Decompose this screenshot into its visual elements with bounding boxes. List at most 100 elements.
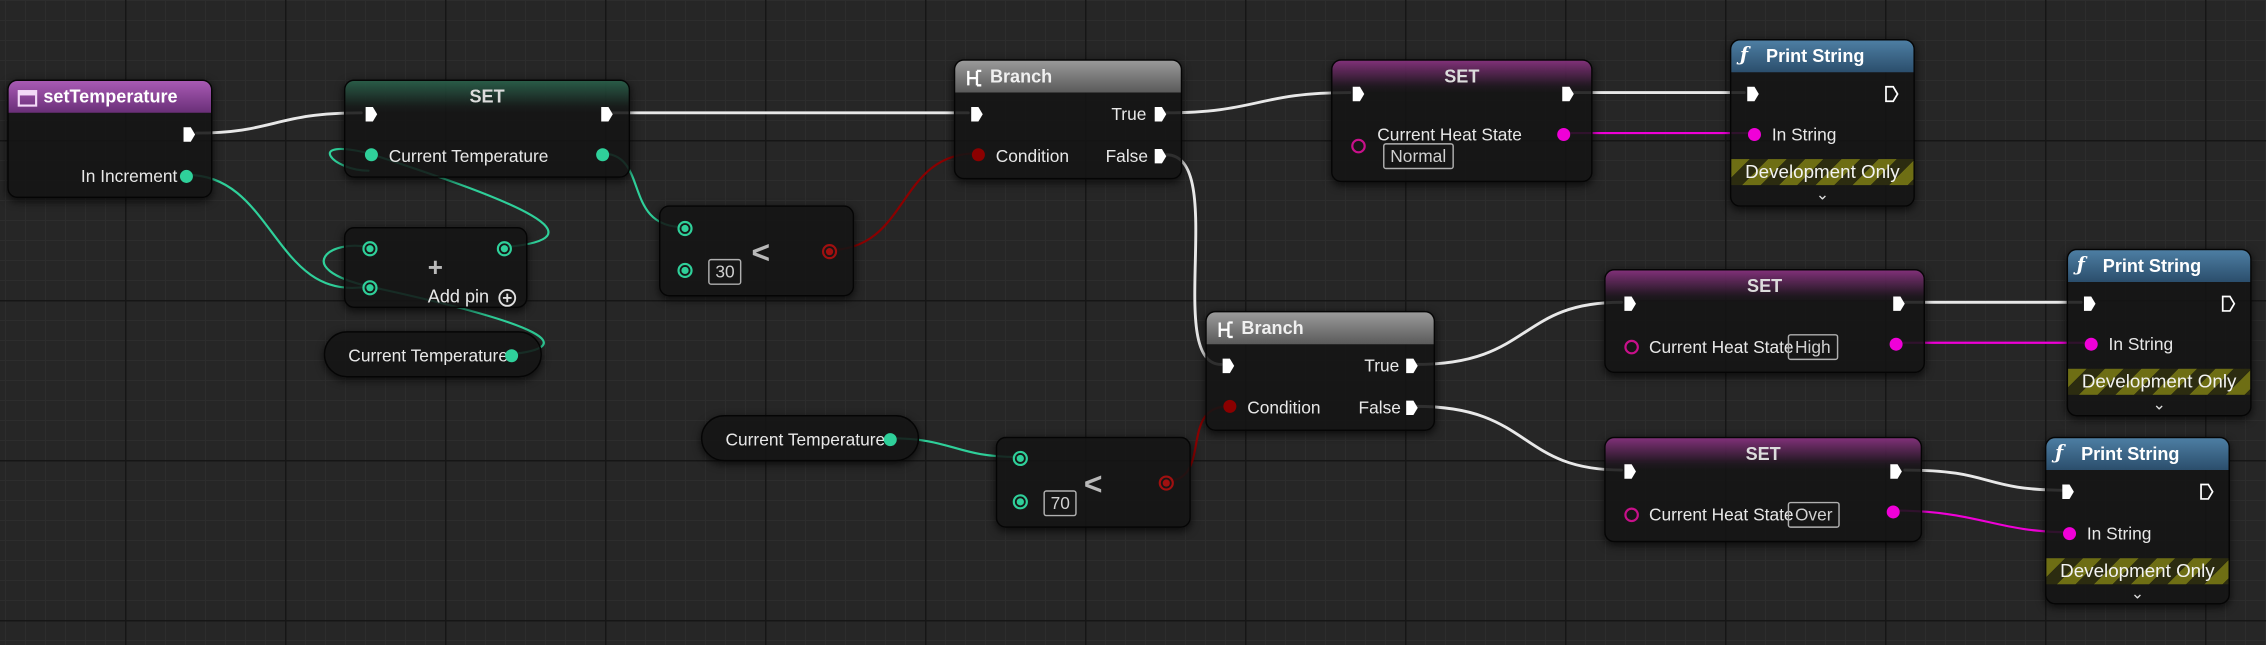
heat-state-value-select[interactable]: Normal [1383, 143, 1454, 170]
exec-out-pin[interactable] [600, 106, 614, 123]
set-heat-state-high-node[interactable]: SET Current Heat State High [1604, 268, 1926, 374]
true-label: True [1364, 355, 1400, 377]
event-node-set-temperature[interactable]: setTemperature In Increment [7, 79, 213, 199]
condition-pin[interactable] [970, 146, 987, 163]
function-icon: ƒ [1740, 44, 1749, 67]
blueprint-graph[interactable]: setTemperature In Increment SET Current … [0, 0, 2266, 645]
float-out-pin[interactable] [594, 146, 611, 163]
set-header: SET [1332, 60, 1592, 93]
event-header: setTemperature [8, 80, 211, 113]
in-increment-pin[interactable] [178, 168, 195, 185]
enum-in-pin[interactable] [1350, 137, 1367, 154]
string-out-pin[interactable] [1887, 336, 1904, 353]
function-header: ƒ Print String [2046, 438, 2229, 471]
less-than-operator: < [751, 234, 771, 271]
exec-in-pin[interactable] [2083, 295, 2097, 312]
event-title: setTemperature [43, 86, 178, 108]
string-in-pin[interactable] [2083, 336, 2100, 353]
float-in-pin-b[interactable] [1012, 493, 1029, 510]
set-var-label: Current Heat State [1648, 336, 1794, 358]
function-title: Print String [2081, 443, 2180, 465]
exec-out-pin[interactable] [182, 126, 196, 143]
print-string-node-1[interactable]: ƒ Print String In String Development Onl… [1729, 39, 1915, 207]
exec-out-pin[interactable] [1892, 295, 1906, 312]
exec-in-pin[interactable] [1623, 463, 1637, 480]
float-out-pin[interactable] [882, 431, 899, 448]
branch-node-2[interactable]: Branch True Condition False [1205, 310, 1436, 431]
bool-out-pin[interactable] [1158, 474, 1175, 491]
exec-in-pin[interactable] [1746, 85, 1760, 102]
exec-in-pin[interactable] [364, 106, 378, 123]
heat-state-value-select[interactable]: High [1787, 334, 1838, 361]
exec-out-pin[interactable] [1885, 85, 1899, 103]
exec-in-pin[interactable] [1221, 357, 1235, 374]
chevron-down-icon[interactable]: ⌄ [1731, 187, 1913, 203]
exec-out-pin[interactable] [2221, 295, 2236, 312]
development-only-banner: Development Only [2046, 558, 2229, 585]
in-string-label: In String [1771, 124, 1837, 145]
exec-in-pin[interactable] [970, 106, 984, 123]
set-heat-state-over-node[interactable]: SET Current Heat State Over [1604, 436, 1923, 543]
set-var-label: Current Temperature [388, 146, 549, 167]
get-current-temperature-node-2[interactable]: Current Temperature [700, 415, 920, 462]
float-in-pin-b[interactable] [361, 279, 378, 296]
exec-in-pin[interactable] [1351, 85, 1365, 102]
function-icon: ƒ [2055, 442, 2064, 465]
exec-true-pin[interactable] [1153, 106, 1167, 123]
compare-value-input[interactable]: 30 [708, 258, 742, 285]
float-out-pin[interactable] [503, 347, 520, 364]
in-string-label: In String [2086, 523, 2152, 544]
plus-icon[interactable] [497, 288, 517, 308]
exec-false-pin[interactable] [1153, 148, 1167, 165]
print-string-node-2[interactable]: ƒ Print String In String Development Onl… [2066, 248, 2252, 417]
exec-out-pin[interactable] [1561, 85, 1575, 102]
float-in-pin-a[interactable] [1012, 450, 1029, 467]
get-var-label: Current Temperature [725, 429, 886, 450]
less-than-node-1[interactable]: 30 < [659, 205, 855, 297]
true-label: True [1111, 104, 1147, 125]
exec-false-pin[interactable] [1405, 399, 1419, 416]
condition-pin[interactable] [1221, 398, 1238, 415]
string-in-pin[interactable] [2061, 525, 2078, 542]
less-than-operator: < [1083, 465, 1103, 502]
plus-operator-icon: + [427, 253, 443, 283]
branch-icon [964, 67, 984, 87]
function-header: ƒ Print String [2068, 250, 2251, 283]
exec-wire [195, 111, 363, 135]
string-in-pin[interactable] [1746, 126, 1763, 143]
exec-true-pin[interactable] [1405, 357, 1419, 374]
chevron-down-icon[interactable]: ⌄ [2046, 586, 2228, 602]
less-than-node-2[interactable]: 70 < [995, 436, 1191, 528]
float-in-pin-a[interactable] [361, 240, 378, 257]
add-pin-button[interactable]: Add pin [428, 286, 489, 306]
condition-label: Condition [1247, 397, 1321, 418]
set-header: SET [1605, 438, 1921, 471]
get-var-label: Current Temperature [348, 345, 508, 366]
enum-in-pin[interactable] [1623, 338, 1640, 355]
exec-in-pin[interactable] [1623, 295, 1637, 312]
set-current-temperature-node[interactable]: SET Current Temperature [343, 79, 631, 178]
exec-out-pin[interactable] [1889, 463, 1903, 480]
string-out-pin[interactable] [1555, 126, 1572, 143]
false-label: False [1358, 397, 1401, 418]
false-label: False [1105, 146, 1148, 167]
branch-node-1[interactable]: Branch True Condition False [953, 59, 1183, 180]
float-in-pin-b[interactable] [676, 262, 693, 279]
exec-out-pin[interactable] [2200, 483, 2214, 500]
function-title: Print String [1766, 46, 1865, 67]
print-string-node-3[interactable]: ƒ Print String In String Development Onl… [2044, 436, 2230, 605]
float-out-pin[interactable] [496, 240, 513, 257]
compare-value-input[interactable]: 70 [1043, 490, 1078, 517]
add-node[interactable]: + Add pin [343, 227, 528, 309]
float-in-pin-a[interactable] [676, 220, 693, 237]
string-out-pin[interactable] [1885, 503, 1902, 520]
heat-state-value-select[interactable]: Over [1787, 501, 1840, 528]
get-current-temperature-node-1[interactable]: Current Temperature [323, 331, 542, 378]
enum-in-pin[interactable] [1623, 506, 1640, 523]
branch-icon [1215, 318, 1235, 339]
chevron-down-icon[interactable]: ⌄ [2068, 397, 2250, 413]
set-heat-state-normal-node[interactable]: SET Current Heat State Normal [1331, 59, 1593, 183]
bool-out-pin[interactable] [821, 243, 838, 260]
exec-in-pin[interactable] [2061, 483, 2075, 500]
float-in-pin[interactable] [363, 146, 380, 163]
